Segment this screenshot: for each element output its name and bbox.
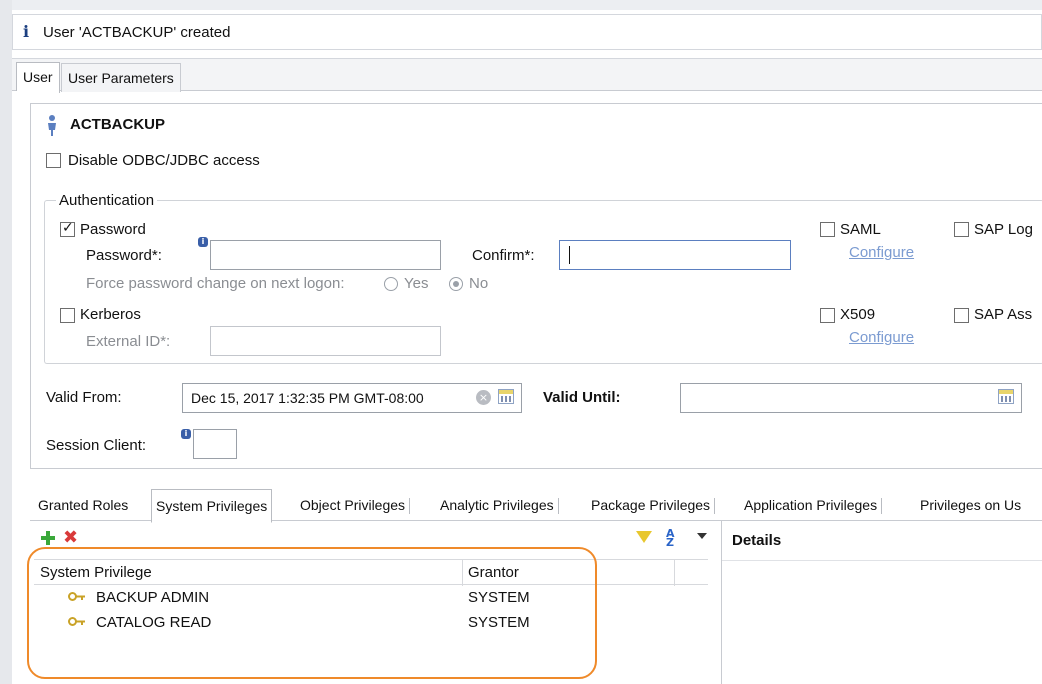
tab-granted-roles-label: Granted Roles <box>38 497 129 513</box>
tab-object-privileges[interactable]: Object Privileges <box>300 489 411 521</box>
calendar-icon[interactable] <box>498 389 514 404</box>
message-bar: i User 'ACTBACKUP' created <box>12 14 1042 50</box>
external-id-label: External ID*: <box>86 333 171 350</box>
sort-icon[interactable]: AZ <box>666 528 675 548</box>
user-icon <box>48 115 56 136</box>
tab-object-privileges-label: Object Privileges <box>300 497 406 513</box>
tab-privileges-on-users-label: Privileges on Us <box>920 497 1022 513</box>
sap-logon-ticket-label: SAP Log <box>974 221 1033 238</box>
external-id-input[interactable] <box>210 326 441 356</box>
password-field-label: Password*: <box>86 247 162 264</box>
valid-from-label: Valid From: <box>46 389 122 406</box>
tab-privileges-on-users[interactable]: Privileges on Us <box>920 489 1021 521</box>
x509-label: X509 <box>840 306 876 323</box>
x509-checkbox[interactable] <box>820 308 835 323</box>
add-icon[interactable] <box>40 530 56 546</box>
disable-odbc-checkbox[interactable] <box>46 153 61 168</box>
left-margin <box>0 0 12 684</box>
message-text: User 'ACTBACKUP' created <box>43 24 231 41</box>
sap-assertion-ticket-label: SAP Ass <box>974 306 1033 323</box>
tab-separator <box>557 498 559 515</box>
confirm-label: Confirm*: <box>472 247 535 264</box>
password-checkbox[interactable] <box>60 220 75 237</box>
disable-odbc-label: Disable ODBC/JDBC access <box>68 152 260 169</box>
remove-icon[interactable]: ✖ <box>63 529 78 547</box>
saml-label: SAML <box>840 221 881 238</box>
privilege-tabs: Granted Roles System Privileges Object P… <box>30 489 1042 523</box>
user-name: ACTBACKUP <box>70 116 165 133</box>
details-header: Details <box>722 521 1042 561</box>
column-divider <box>674 560 675 586</box>
kerberos-checkbox[interactable] <box>60 308 75 323</box>
details-title: Details <box>732 532 782 549</box>
saml-checkbox[interactable] <box>820 222 835 237</box>
valid-until-label: Valid Until: <box>543 389 621 406</box>
clear-icon[interactable]: × <box>476 390 491 405</box>
tab-granted-roles[interactable]: Granted Roles <box>38 489 128 521</box>
x509-configure-link[interactable]: Configure <box>849 329 914 346</box>
valid-from-value: Dec 15, 2017 1:32:35 PM GMT-08:00 <box>191 390 424 406</box>
password-input[interactable] <box>210 240 441 270</box>
top-margin <box>12 0 1042 10</box>
session-client-input[interactable] <box>193 429 237 459</box>
force-change-label: Force password change on next logon: <box>86 275 345 292</box>
force-change-yes-radio[interactable] <box>384 277 398 291</box>
password-option-label: Password <box>80 221 146 238</box>
session-client-info-icon[interactable]: i <box>181 429 191 439</box>
info-icon: i <box>23 22 30 41</box>
filter-icon[interactable] <box>636 531 652 543</box>
force-change-yes-label: Yes <box>404 275 429 292</box>
text-cursor <box>569 246 570 264</box>
tab-system-privileges-label: System Privileges <box>156 498 268 514</box>
force-change-no-radio[interactable] <box>449 277 463 291</box>
tab-application-privileges[interactable]: Application Privileges <box>744 489 883 521</box>
chevron-down-icon[interactable] <box>697 533 707 539</box>
tab-package-privileges[interactable]: Package Privileges <box>591 489 716 521</box>
valid-until-input[interactable] <box>680 383 1022 413</box>
tab-separator <box>714 498 716 515</box>
tab-package-privileges-label: Package Privileges <box>591 497 711 513</box>
tab-application-privileges-label: Application Privileges <box>744 497 878 513</box>
tab-separator <box>409 498 411 515</box>
tab-analytic-privileges-label: Analytic Privileges <box>440 497 554 513</box>
saml-configure-link[interactable]: Configure <box>849 244 914 261</box>
force-change-no-label: No <box>469 275 489 292</box>
tab-system-privileges[interactable]: System Privileges <box>151 489 273 523</box>
tab-separator <box>881 498 883 515</box>
session-client-label: Session Client: <box>46 437 147 454</box>
editor-tabs: User User Parameters <box>12 58 1042 93</box>
calendar-icon[interactable] <box>998 389 1014 404</box>
tab-analytic-privileges[interactable]: Analytic Privileges <box>440 489 559 521</box>
tab-user[interactable]: User <box>16 62 60 93</box>
kerberos-label: Kerberos <box>80 306 141 323</box>
sap-assertion-ticket-checkbox[interactable] <box>954 308 969 323</box>
panel-gap <box>12 91 30 469</box>
valid-from-input[interactable]: Dec 15, 2017 1:32:35 PM GMT-08:00 <box>182 383 522 413</box>
confirm-input[interactable] <box>559 240 791 270</box>
sap-logon-ticket-checkbox[interactable] <box>954 222 969 237</box>
password-info-icon[interactable]: i <box>198 237 208 247</box>
highlight-annotation <box>27 547 597 679</box>
tab-user-parameters[interactable]: User Parameters <box>61 63 181 92</box>
authentication-legend: Authentication <box>56 192 158 209</box>
